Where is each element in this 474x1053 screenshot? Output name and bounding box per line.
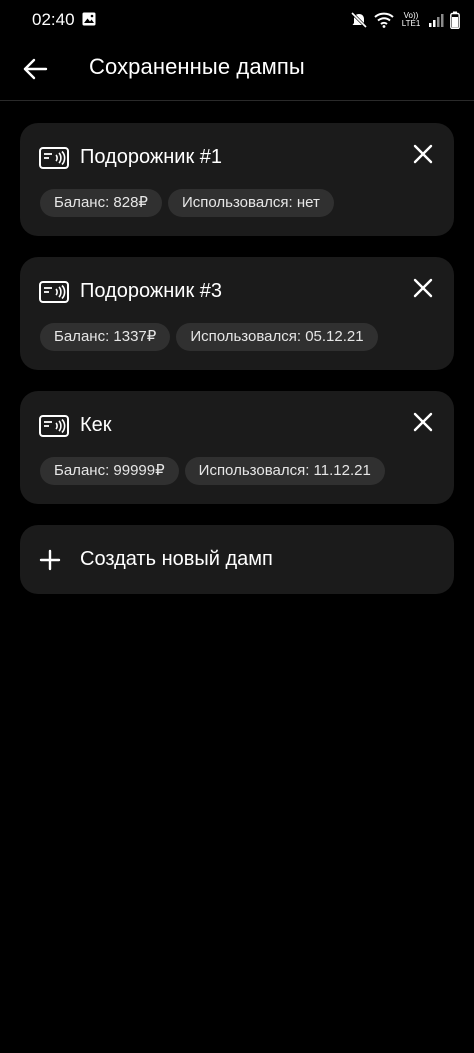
dump-chips: Баланс: 99999₽ Использовался: 11.12.21: [40, 457, 385, 485]
mute-icon: [350, 11, 368, 29]
last-used-chip: Использовался: нет: [167, 189, 334, 217]
dump-title: Подорожник #1: [80, 146, 223, 168]
close-icon: [413, 144, 433, 164]
wifi-icon: [374, 12, 394, 28]
create-dump-button[interactable]: Создать новый дамп: [20, 525, 454, 594]
dump-chips: Баланс: 1337₽ Использовался: 05.12.21: [40, 323, 378, 351]
delete-dump-button[interactable]: [410, 141, 436, 167]
dump-card[interactable]: Подорожник #3 Баланс: 1337₽ Использовалс…: [20, 257, 454, 370]
delete-dump-button[interactable]: [410, 275, 436, 301]
nfc-card-icon: [39, 415, 69, 437]
volte-bottom: LTE1: [401, 19, 421, 28]
dump-title: Подорожник #3: [80, 280, 223, 302]
page-title: Сохраненные дампы: [89, 54, 305, 79]
dump-card[interactable]: Подорожник #1 Баланс: 828₽ Использовался…: [20, 123, 454, 236]
nfc-card-icon: [39, 281, 69, 303]
balance-chip: Баланс: 99999₽: [40, 457, 179, 485]
close-icon: [413, 278, 433, 298]
back-button[interactable]: [20, 54, 50, 84]
battery-icon: [450, 11, 460, 29]
dump-card[interactable]: Кек Баланс: 99999₽ Использовался: 11.12.…: [20, 391, 454, 504]
create-dump-label: Создать новый дамп: [80, 548, 273, 570]
balance-chip: Баланс: 1337₽: [40, 323, 171, 351]
status-bar: 02:40 Vo)) LTE1: [0, 0, 474, 40]
dump-list: Подорожник #1 Баланс: 828₽ Использовался…: [20, 123, 454, 594]
arrow-back-icon: [23, 58, 48, 80]
nfc-card-icon: [39, 147, 69, 169]
plus-icon: [39, 549, 61, 571]
delete-dump-button[interactable]: [410, 409, 436, 435]
dump-title: Кек: [80, 414, 112, 436]
last-used-chip: Использовался: 05.12.21: [176, 323, 378, 351]
app-bar: Сохраненные дампы: [0, 40, 474, 101]
status-time: 02:40: [32, 10, 75, 29]
last-used-chip: Использовался: 11.12.21: [184, 457, 385, 485]
balance-chip: Баланс: 828₽: [40, 189, 162, 217]
signal-icon: [429, 14, 444, 27]
dump-chips: Баланс: 828₽ Использовался: нет: [40, 189, 334, 217]
volte-indicator: Vo)) LTE1: [400, 12, 422, 28]
status-icons: Vo)) LTE1: [350, 9, 460, 31]
close-icon: [413, 412, 433, 432]
gallery-notification-icon: [82, 12, 96, 26]
